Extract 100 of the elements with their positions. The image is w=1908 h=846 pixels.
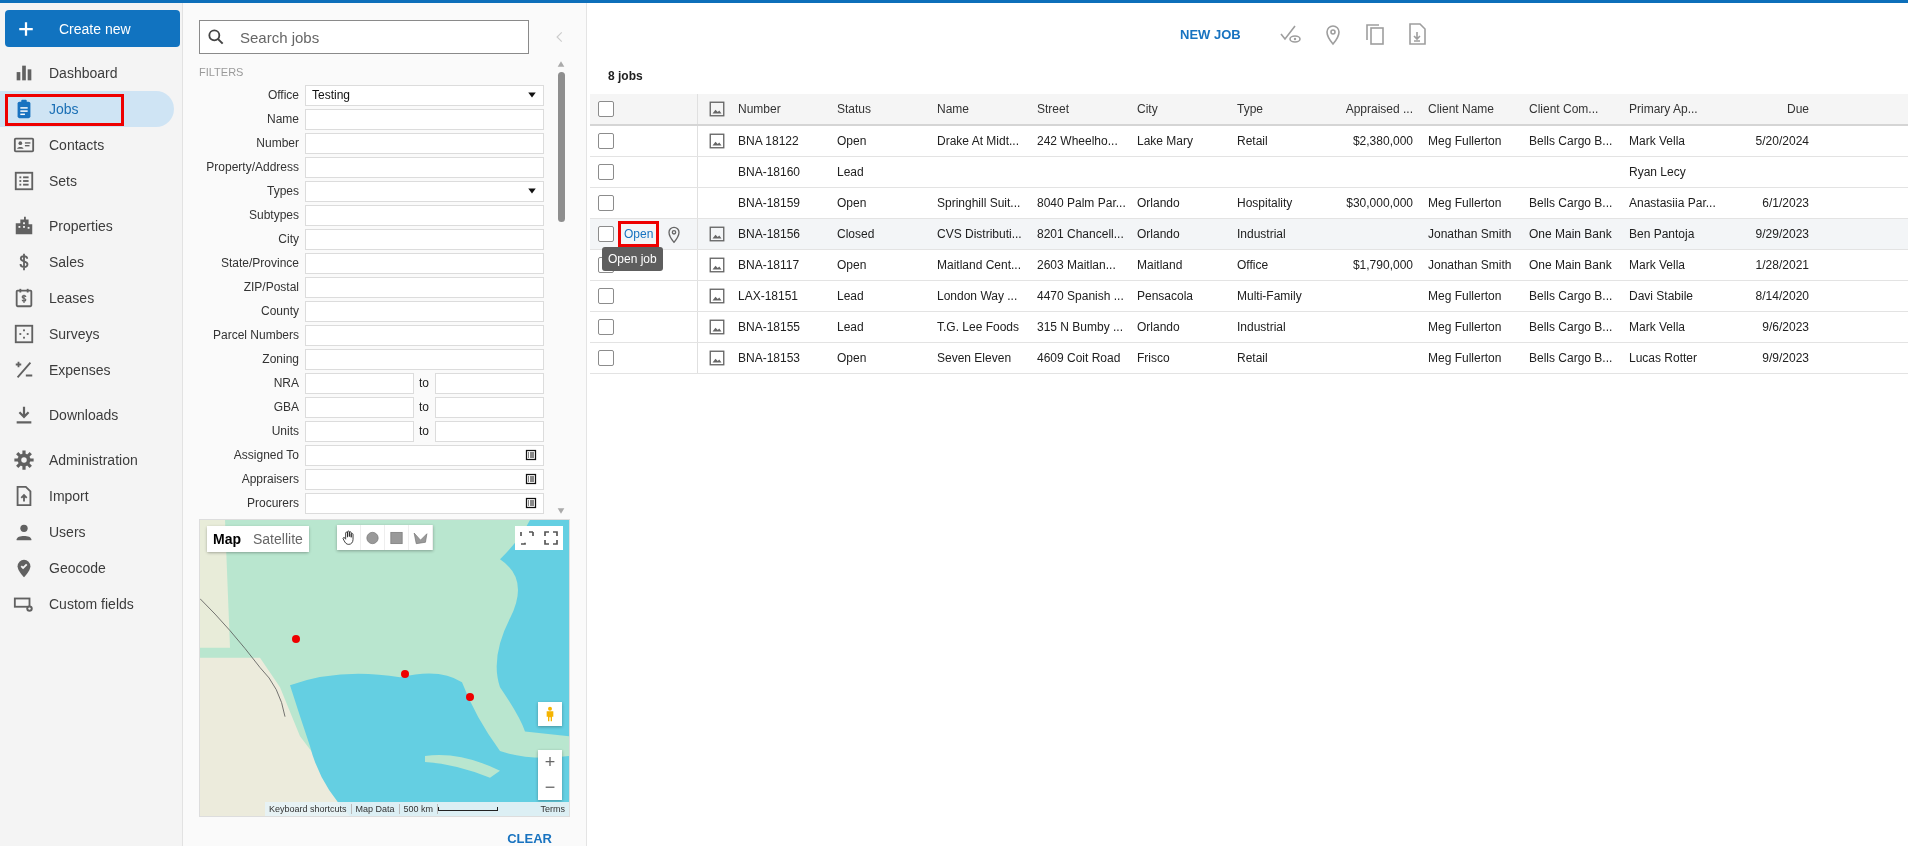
input-field[interactable] [435,396,544,418]
checkbox[interactable] [598,164,614,180]
sidebar-item[interactable]: Sales [0,244,174,280]
table-cell-text: Jonathan Smith [1427,227,1513,241]
zoom-in-button[interactable]: + [538,750,562,775]
table-cell-text: Meg Fullerton [1427,320,1503,334]
sidebar-item[interactable]: Surveys [0,316,174,352]
scrollbar-thumb[interactable] [557,72,565,222]
column-header[interactable]: Primary Ap... [1629,102,1729,116]
map-type-tab[interactable]: Map [207,526,247,552]
input-field[interactable] [305,420,414,442]
footer-link[interactable]: Map Data [351,804,400,814]
input-field[interactable] [305,372,414,394]
column-header[interactable]: Name [937,102,1037,116]
input-field[interactable] [435,372,544,394]
sidebar-item[interactable]: Jobs [0,91,174,127]
checkbox[interactable] [598,350,614,366]
sidebar-item[interactable]: Expenses [0,352,174,388]
table-cell-text: Springhill Suit... [937,196,1022,210]
column-header[interactable]: Status [837,102,937,116]
sidebar-label: Import [49,488,89,504]
checkbox[interactable] [598,195,614,211]
table-cell-text: 1/28/2021 [1754,258,1809,272]
field-label: County [259,304,299,318]
column-header[interactable]: Street [1037,102,1137,116]
column-header[interactable]: Client Name [1421,102,1529,116]
table-cell-text: Maitland [1137,258,1184,272]
input-field[interactable] [305,252,544,274]
sidebar-item[interactable]: Properties [0,208,174,244]
sidebar-item[interactable]: Geocode [0,550,174,586]
input-field[interactable] [305,300,544,322]
input-field[interactable] [305,132,544,154]
table-cell-text: BNA-18159 [738,196,802,210]
input-field[interactable] [305,348,544,370]
map-marker-icon[interactable] [466,693,474,701]
column-header[interactable]: Number [738,102,837,116]
sidebar-item[interactable]: Import [0,478,174,514]
table-cell-text: Bells Cargo B... [1529,196,1614,210]
caret-down-icon [527,90,537,100]
map-tool-button[interactable] [337,525,361,550]
sidebar-item[interactable]: Administration [0,442,174,478]
dropdown-field[interactable] [305,180,544,202]
checkbox[interactable] [598,133,614,149]
table-cell-text: Drake At Midt... [937,134,1021,148]
sidebar-item[interactable]: Users [0,514,174,550]
sidebar-item[interactable]: Sets [0,163,174,199]
input-field[interactable] [305,108,544,130]
table-cell-text: Lake Mary [1137,134,1195,148]
settings-icon [13,449,35,471]
sidebar-item[interactable]: Leases [0,280,174,316]
sidebar-label: Properties [49,218,113,234]
column-header[interactable]: Type [1237,102,1329,116]
input-field[interactable] [435,420,544,442]
table-cell-text: Mark Vella [1629,258,1687,272]
sidebar-item[interactable]: Dashboard [0,55,174,91]
table-cell-text: BNA-18117 [738,258,801,272]
column-header[interactable]: City [1137,102,1237,116]
table-cell-text: Industrial [1237,227,1287,241]
search-field[interactable]: Search jobs [199,20,529,54]
map-type-tab[interactable]: Satellite [247,526,309,552]
picker-field[interactable] [305,444,544,466]
dropdown-field[interactable]: Testing [305,84,544,106]
checkbox[interactable] [598,101,614,117]
input-field[interactable] [305,324,544,346]
input-field[interactable] [305,276,544,298]
input-field[interactable] [305,396,414,418]
new-job-button[interactable]: NEW JOB [1180,26,1241,42]
sidebar-item[interactable]: Contacts [0,127,174,163]
checkbox[interactable] [598,288,614,304]
image-icon [708,256,726,274]
section-heading: FILTERS [199,65,245,80]
list-icon [525,473,537,485]
sidebar-item[interactable]: Custom fields [0,586,174,622]
table-cell-text: Frisco [1137,351,1171,365]
input-field[interactable] [305,228,544,250]
footer-link[interactable]: Keyboard shortcuts [265,804,352,814]
map-marker-icon[interactable] [401,670,409,678]
create-new-button[interactable]: Create new [5,10,180,47]
street-view-button[interactable] [538,702,562,726]
sidebar-item[interactable]: Downloads [0,397,174,433]
tooltip: Open job [602,247,663,271]
footer-link[interactable]: Terms [536,804,569,814]
map-marker-icon[interactable] [292,635,300,643]
open-link[interactable]: Open [621,224,657,244]
table-cell-text: Lead [837,289,865,303]
checkbox[interactable] [598,319,614,335]
table-cell-text: Seven Eleven [937,351,1013,365]
column-header[interactable]: Appraised ... [1329,102,1421,116]
picker-field[interactable] [305,492,544,514]
column-header[interactable]: Due [1729,102,1809,116]
table-cell-text: One Main Bank [1529,227,1613,241]
input-field[interactable] [305,204,544,226]
zoom-out-button[interactable]: − [538,775,562,800]
input-field[interactable] [305,156,544,178]
table-cell-text: Hospitality [1237,196,1294,210]
table-cell-text: Open [837,196,868,210]
column-header[interactable]: Client Com... [1529,102,1629,116]
clear-button[interactable]: CLEAR [507,831,552,846]
checkbox[interactable] [598,226,614,242]
picker-field[interactable] [305,468,544,490]
